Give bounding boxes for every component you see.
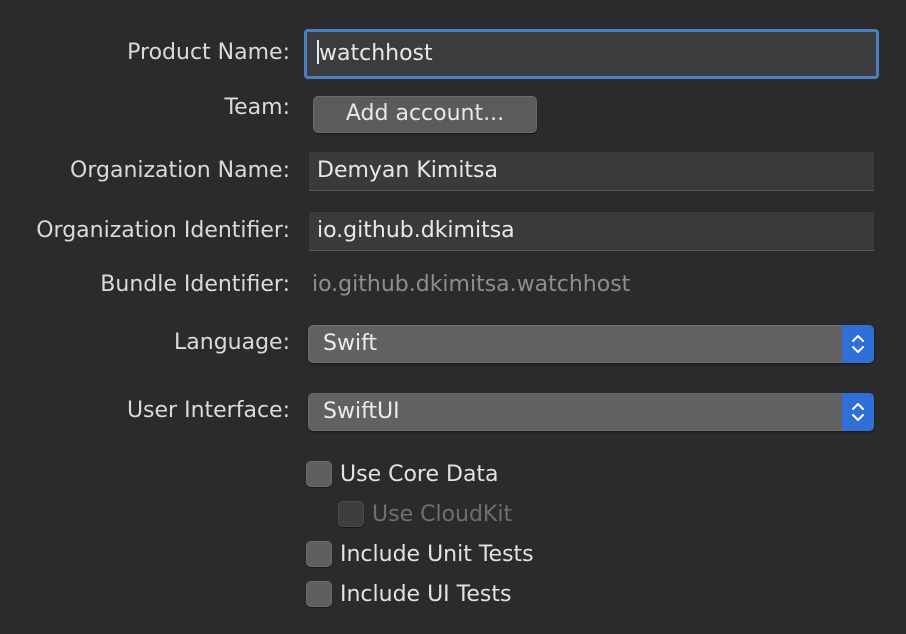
new-project-options-form: Product Name: watchhost Team: Add accoun… <box>0 0 906 634</box>
use-core-data-label: Use Core Data <box>340 461 499 487</box>
use-cloudkit-option: Use CloudKit <box>338 501 512 527</box>
include-ui-tests-label: Include UI Tests <box>340 581 512 607</box>
organization-name-label: Organization Name: <box>70 158 290 183</box>
add-account-button[interactable]: Add account... <box>313 96 537 133</box>
use-cloudkit-checkbox <box>338 501 364 527</box>
organization-name-field[interactable]: Demyan Kimitsa <box>309 151 874 191</box>
user-interface-label: User Interface: <box>126 398 290 423</box>
product-name-field[interactable]: watchhost <box>304 29 879 79</box>
chevron-up-down-icon <box>842 325 874 363</box>
user-interface-selected-value: SwiftUI <box>323 399 400 424</box>
user-interface-popup[interactable]: SwiftUI <box>308 393 874 431</box>
include-unit-tests-checkbox[interactable] <box>306 541 332 567</box>
team-label: Team: <box>224 95 290 120</box>
use-core-data-option[interactable]: Use Core Data <box>306 461 499 487</box>
use-core-data-checkbox[interactable] <box>306 461 332 487</box>
product-name-label: Product Name: <box>127 40 290 65</box>
bundle-identifier-value: io.github.dkimitsa.watchhost <box>312 272 631 297</box>
organization-identifier-field[interactable]: io.github.dkimitsa <box>309 211 874 251</box>
language-selected-value: Swift <box>323 331 378 356</box>
include-ui-tests-checkbox[interactable] <box>306 581 332 607</box>
include-unit-tests-option[interactable]: Include Unit Tests <box>306 541 534 567</box>
bundle-identifier-label: Bundle Identifier: <box>100 272 290 297</box>
language-label: Language: <box>174 330 290 355</box>
include-unit-tests-label: Include Unit Tests <box>340 541 534 567</box>
language-popup[interactable]: Swift <box>308 325 874 363</box>
product-name-value: watchhost <box>319 41 433 66</box>
chevron-up-down-icon <box>842 393 874 431</box>
use-cloudkit-label: Use CloudKit <box>372 501 513 527</box>
include-ui-tests-option[interactable]: Include UI Tests <box>306 581 511 607</box>
organization-identifier-label: Organization Identifier: <box>36 218 290 243</box>
